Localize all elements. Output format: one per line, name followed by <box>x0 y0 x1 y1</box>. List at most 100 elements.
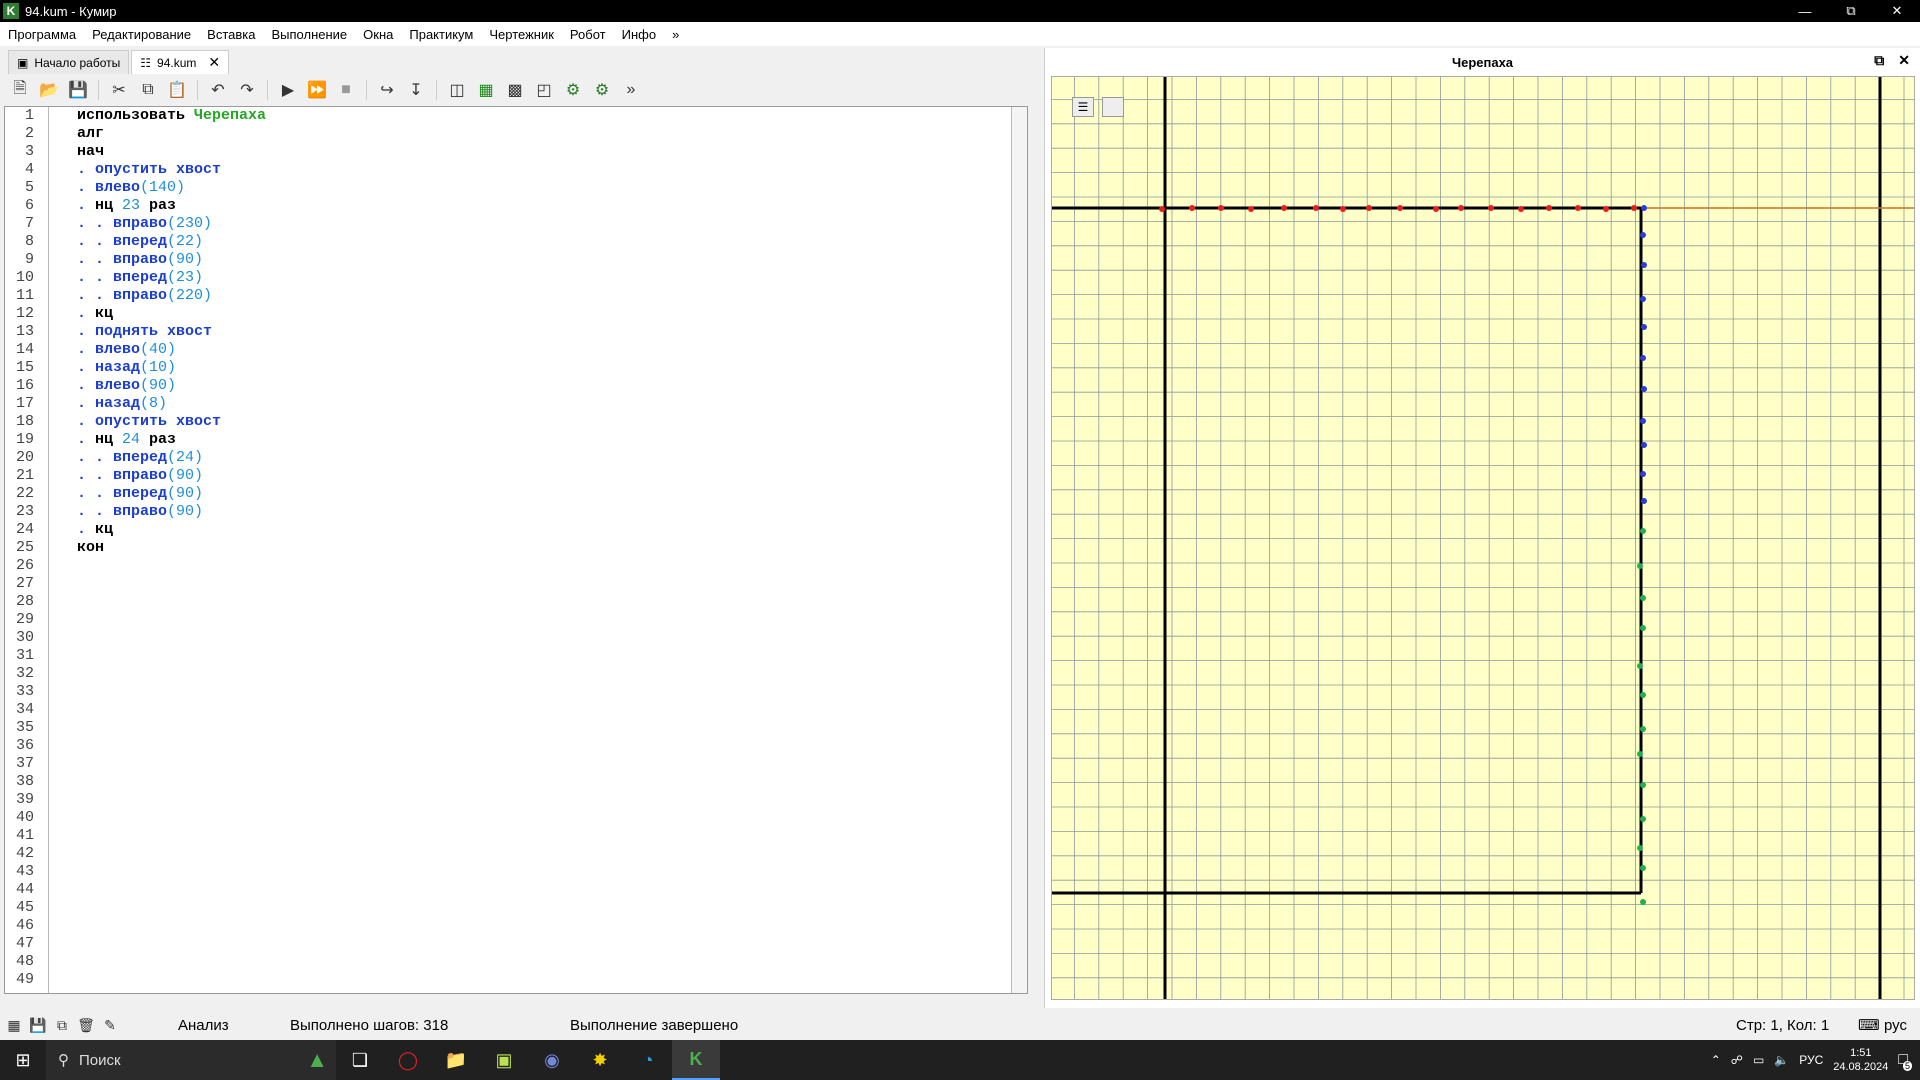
code-line[interactable]: . нц 24 раз <box>77 431 266 449</box>
menu-info[interactable]: Инфо <box>622 27 656 42</box>
kumir-taskbar-icon[interactable]: K <box>672 1040 720 1080</box>
run-fast-icon[interactable]: ⏩ <box>305 78 329 102</box>
save-output-icon[interactable]: 💾 <box>26 1015 50 1035</box>
drawer-icon[interactable]: ◰ <box>532 78 556 102</box>
tray-chevron-icon[interactable]: ⌃ <box>1711 1053 1721 1067</box>
turtle-settings-icon[interactable]: ⚙ <box>590 78 614 102</box>
close-panel-icon[interactable]: ✕ <box>1898 52 1910 69</box>
code-line[interactable]: . . вперед(90) <box>77 485 266 503</box>
code-line[interactable]: . . вправо(230) <box>77 215 266 233</box>
grid-icon[interactable]: ▩ <box>503 78 527 102</box>
code-line[interactable]: . влево(90) <box>77 377 266 395</box>
menu-practicum[interactable]: Практикум <box>409 27 473 42</box>
variables-icon[interactable]: ◫ <box>445 78 469 102</box>
step-over-icon[interactable]: ↪ <box>375 78 399 102</box>
code-line[interactable]: кон <box>77 539 266 557</box>
menu-more[interactable]: » <box>672 27 679 42</box>
code-line[interactable]: использовать Черепаха <box>77 107 266 125</box>
menu-program[interactable]: Программа <box>8 27 76 42</box>
turtle-icon[interactable]: ⚙ <box>561 78 585 102</box>
code-line[interactable]: . влево(40) <box>77 341 266 359</box>
cut-icon[interactable]: ✂ <box>107 78 131 102</box>
code-token: влево <box>95 341 141 358</box>
stop-icon[interactable]: ■ <box>334 78 358 102</box>
code-line[interactable]: . поднять хвост <box>77 323 266 341</box>
menu-insert[interactable]: Вставка <box>207 27 255 42</box>
redo-icon[interactable]: ↷ <box>235 78 259 102</box>
discord-icon[interactable]: ◉ <box>528 1040 576 1080</box>
clock[interactable]: 1:51 24.08.2024 <box>1833 1046 1888 1074</box>
editor-tabs: ▣ Начало работы ☷ 94.kum ✕ <box>0 46 1040 74</box>
copy-icon[interactable]: ⧉ <box>136 78 160 102</box>
code-editor[interactable]: 1 2 3 4 5 6 7 8 9 10 11 12 13 14 15 16 17 18 19 20 21 22 23 24 2… <box>4 106 1028 994</box>
turtle-menu-button[interactable]: ☰ <box>1072 97 1094 117</box>
task-view-icon[interactable]: ❏ <box>336 1040 384 1080</box>
close-tab-icon[interactable]: ✕ <box>208 54 220 71</box>
copy-output-icon[interactable]: ⧉ <box>50 1015 74 1035</box>
clear-output-icon[interactable]: 🗑 <box>74 1015 98 1035</box>
line-number: 36 <box>15 737 34 754</box>
code-line[interactable]: . опустить хвост <box>77 413 266 431</box>
code-token: влево <box>95 377 141 394</box>
step-into-icon[interactable]: ↧ <box>404 78 428 102</box>
new-file-icon[interactable]: 🗎 <box>8 78 32 102</box>
editor-scrollbar[interactable] <box>1011 107 1027 993</box>
toolbar: 🗎 📂 💾 ✂ ⧉ 📋 ↶ ↷ ▶ ⏩ ■ ↪ ↧ ◫ ▦ ▩ ◰ ⚙ ⚙ » <box>0 76 1040 104</box>
menu-robot[interactable]: Робот <box>570 27 606 42</box>
paint-icon[interactable]: ✸ <box>576 1040 624 1080</box>
file-explorer-icon[interactable]: 📁 <box>432 1040 480 1080</box>
save-icon[interactable]: 💾 <box>66 78 90 102</box>
code-line[interactable]: алг <box>77 125 266 143</box>
menu-windows[interactable]: Окна <box>363 27 393 42</box>
turtle-canvas[interactable]: ☰ <box>1051 76 1915 1000</box>
code-line[interactable]: . . вправо(90) <box>77 251 266 269</box>
code-line[interactable]: . . вправо(90) <box>77 467 266 485</box>
code-line[interactable]: нач <box>77 143 266 161</box>
code-line[interactable]: . кц <box>77 305 266 323</box>
close-window-button[interactable]: ✕ <box>1874 0 1920 22</box>
line-number: 16 <box>15 377 34 394</box>
paste-icon[interactable]: 📋 <box>165 78 189 102</box>
windows-start-icon[interactable]: ⊞ <box>0 1040 46 1080</box>
toolbar-more-icon[interactable]: » <box>619 78 643 102</box>
edge-icon[interactable]: ◔ <box>624 1040 672 1080</box>
network-icon[interactable]: ▭ <box>1753 1053 1764 1067</box>
menu-bar: Программа Редактирование Вставка Выполне… <box>0 22 1920 46</box>
opera-icon[interactable]: ◯ <box>384 1040 432 1080</box>
code-line[interactable]: . опустить хвост <box>77 161 266 179</box>
toolbar-separator <box>197 80 198 100</box>
code-line[interactable]: . . вперед(22) <box>77 233 266 251</box>
code-line[interactable]: . назад(8) <box>77 395 266 413</box>
taskbar-search[interactable]: ⚲ Поиск ▲ <box>46 1040 336 1080</box>
code-line[interactable]: . влево(140) <box>77 179 266 197</box>
tray-device-icon[interactable]: ☍ <box>1731 1053 1743 1067</box>
open-folder-icon[interactable]: 📂 <box>37 78 61 102</box>
turtle-panel: Черепаха ⧉ ✕ ☰ <box>1044 48 1920 1008</box>
restore-button[interactable]: ⧉ <box>1828 0 1874 22</box>
menu-drawer[interactable]: Чертежник <box>489 27 554 42</box>
code-line[interactable]: . . вправо(90) <box>77 503 266 521</box>
run-icon[interactable]: ▶ <box>276 78 300 102</box>
robot-field-icon[interactable]: ▦ <box>474 78 498 102</box>
code-area[interactable]: использовать Черепаха алг нач. опустить хв… <box>77 107 266 557</box>
menu-edit[interactable]: Редактирование <box>92 27 191 42</box>
pycharm-icon[interactable]: ▣ <box>480 1040 528 1080</box>
console-icon[interactable]: ▦ <box>2 1015 26 1035</box>
code-line[interactable]: . назад(10) <box>77 359 266 377</box>
tray-language[interactable]: РУС <box>1799 1053 1823 1067</box>
volume-icon[interactable]: 🔈 <box>1774 1053 1789 1067</box>
code-line[interactable]: . кц <box>77 521 266 539</box>
edit-icon[interactable]: ✎ <box>98 1015 122 1035</box>
code-line[interactable]: . нц 23 раз <box>77 197 266 215</box>
code-line[interactable]: . . вправо(220) <box>77 287 266 305</box>
undo-icon[interactable]: ↶ <box>206 78 230 102</box>
code-line[interactable]: . . вперед(23) <box>77 269 266 287</box>
code-line[interactable]: . . вперед(24) <box>77 449 266 467</box>
menu-run[interactable]: Выполнение <box>271 27 347 42</box>
tab-94-kum[interactable]: ☷ 94.kum ✕ <box>131 50 230 74</box>
turtle-blank-button[interactable] <box>1102 97 1124 117</box>
tab-start[interactable]: ▣ Начало работы <box>8 50 130 74</box>
float-panel-icon[interactable]: ⧉ <box>1874 52 1884 69</box>
notification-icon[interactable]: □ 5 <box>1898 1051 1912 1071</box>
minimize-button[interactable]: — <box>1782 0 1828 22</box>
